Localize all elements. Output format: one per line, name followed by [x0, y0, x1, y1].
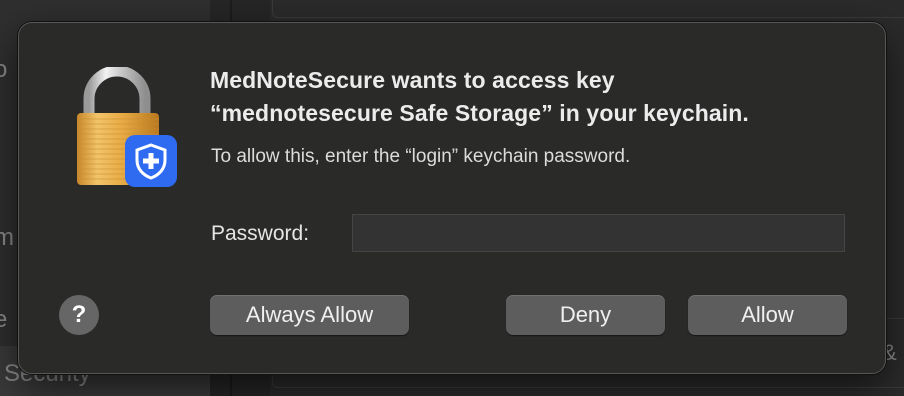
allow-button[interactable]: Allow	[688, 295, 847, 335]
background-panel-header	[272, 0, 904, 18]
password-label: Password:	[211, 222, 310, 245]
dialog-title-line-2: “mednotesecure Safe Storage” in your key…	[210, 100, 749, 126]
background-sidebar-text: m	[0, 224, 14, 251]
shield-plus-icon	[125, 135, 177, 187]
background-sidebar-text: o	[0, 56, 8, 83]
password-field[interactable]	[352, 214, 845, 252]
background-sidebar-text: e	[0, 306, 8, 333]
question-mark-icon: ?	[71, 301, 87, 328]
keychain-lock-icon	[75, 65, 179, 191]
deny-button[interactable]: Deny	[506, 295, 665, 335]
always-allow-button[interactable]: Always Allow	[210, 295, 409, 335]
dialog-title: MedNoteSecure wants to access key “medno…	[210, 64, 870, 130]
dialog-title-line-1: MedNoteSecure wants to access key	[210, 67, 615, 93]
dialog-message: To allow this, enter the “login” keychai…	[211, 146, 631, 167]
help-button[interactable]: ?	[59, 295, 99, 335]
keychain-access-dialog: MedNoteSecure wants to access key “medno…	[18, 22, 886, 374]
